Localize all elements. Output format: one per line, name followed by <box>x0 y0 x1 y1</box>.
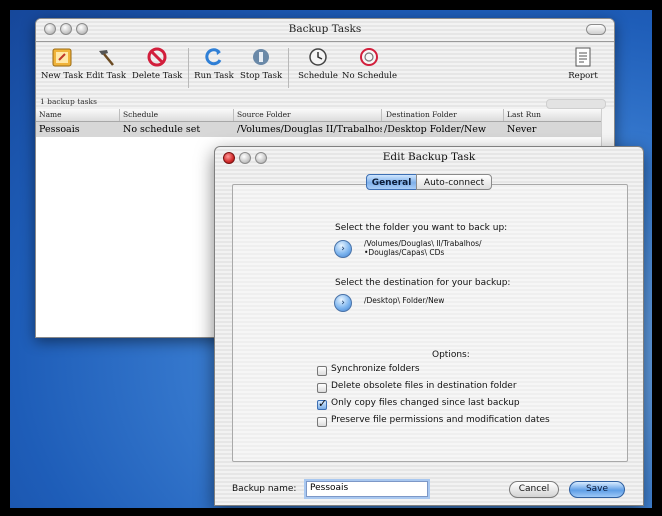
chevron-right-icon: › <box>341 244 345 254</box>
delete-task-button[interactable]: Delete Task <box>132 46 182 81</box>
tab-general[interactable]: General <box>366 174 417 190</box>
toolbar-toggle-button[interactable] <box>586 24 606 35</box>
edit-task-button[interactable]: Edit Task <box>86 46 126 81</box>
no-schedule-button[interactable]: No Schedule <box>342 46 398 81</box>
toolbar-separator <box>188 48 189 88</box>
new-task-label: New Task <box>40 71 84 81</box>
source-prompt: Select the folder you want to back up: <box>335 223 508 233</box>
report-icon <box>575 47 591 67</box>
report-button[interactable]: Report <box>566 46 600 81</box>
source-path-line-2: •Douglas/Capas\ CDs <box>364 248 445 257</box>
backup-name-label: Backup name: <box>232 484 297 494</box>
source-path-line-1: /Volumes/Douglas\ II/Trabalhos/ <box>364 239 482 248</box>
options-label: Options: <box>432 350 470 360</box>
new-task-button[interactable]: New Task <box>40 46 84 81</box>
preserve-permissions-label[interactable]: Preserve file permissions and modificati… <box>331 415 550 425</box>
dialog-title: Edit Backup Task <box>382 151 476 163</box>
checkmark-icon: ✓ <box>318 397 328 410</box>
synchronize-folders-label[interactable]: Synchronize folders <box>331 364 420 374</box>
schedule-label: Schedule <box>298 71 338 81</box>
choose-destination-button[interactable]: › <box>334 294 352 312</box>
destination-prompt: Select the destination for your backup: <box>335 278 511 288</box>
search-field[interactable] <box>546 99 606 109</box>
cancel-button[interactable]: Cancel <box>509 481 559 498</box>
report-label: Report <box>568 71 598 81</box>
stop-task-label: Stop Task <box>240 71 283 81</box>
delete-icon <box>147 47 167 67</box>
no-schedule-icon <box>360 48 378 66</box>
column-header-name[interactable]: Name <box>36 109 120 121</box>
only-changed-checkbox[interactable]: ✓ <box>317 397 328 410</box>
desktop: Backup Tasks New Task Edit Task Delete T… <box>10 10 652 508</box>
cell-last-run: Never <box>507 124 537 135</box>
destination-path: /Desktop\ Folder/New <box>364 296 445 305</box>
run-task-button[interactable]: Run Task <box>194 46 234 81</box>
tab-auto-connect[interactable]: Auto-connect <box>416 174 492 190</box>
cell-destination: /Desktop Folder/New <box>384 124 487 135</box>
main-window-title: Backup Tasks <box>288 23 362 35</box>
cell-source: /Volumes/Douglas II/Trabalhos <box>237 124 382 135</box>
chevron-right-icon: › <box>341 298 345 308</box>
stop-icon <box>253 49 269 65</box>
toolbar-separator <box>288 48 289 88</box>
task-count-status: 1 backup tasks <box>40 97 97 106</box>
column-header-destination[interactable]: Destination Folder <box>382 109 504 121</box>
clock-icon <box>309 48 327 66</box>
delete-task-label: Delete Task <box>132 71 183 81</box>
edit-task-label: Edit Task <box>86 71 127 81</box>
table-header: Name Schedule Source Folder Destination … <box>36 109 614 122</box>
hammer-icon <box>99 50 114 66</box>
choose-source-button[interactable]: › <box>334 240 352 258</box>
edit-backup-task-dialog: Edit Backup Task General Auto-connect Se… <box>214 146 644 506</box>
only-changed-label[interactable]: Only copy files changed since last backu… <box>331 398 520 408</box>
schedule-button[interactable]: Schedule <box>298 46 338 81</box>
cell-schedule: No schedule set <box>123 124 201 135</box>
column-header-last-run[interactable]: Last Run <box>504 109 602 121</box>
column-header-schedule[interactable]: Schedule <box>120 109 234 121</box>
new-task-icon <box>52 48 72 67</box>
synchronize-folders-checkbox[interactable] <box>317 366 327 376</box>
run-icon <box>205 48 222 66</box>
preserve-permissions-checkbox[interactable] <box>317 417 327 427</box>
main-titlebar[interactable]: Backup Tasks <box>36 19 614 42</box>
delete-obsolete-checkbox[interactable] <box>317 383 327 393</box>
no-schedule-label: No Schedule <box>342 71 398 81</box>
main-toolbar: New Task Edit Task Delete Task Run Task … <box>36 42 614 97</box>
run-task-label: Run Task <box>194 71 234 81</box>
table-row[interactable]: Pessoais No schedule set /Volumes/Dougla… <box>36 122 614 137</box>
cell-name: Pessoais <box>39 124 80 135</box>
stop-task-button[interactable]: Stop Task <box>240 46 282 81</box>
column-header-source[interactable]: Source Folder <box>234 109 382 121</box>
save-button[interactable]: Save <box>569 481 625 498</box>
backup-name-field[interactable]: Pessoais <box>306 481 428 497</box>
delete-obsolete-label[interactable]: Delete obsolete files in destination fol… <box>331 381 517 391</box>
